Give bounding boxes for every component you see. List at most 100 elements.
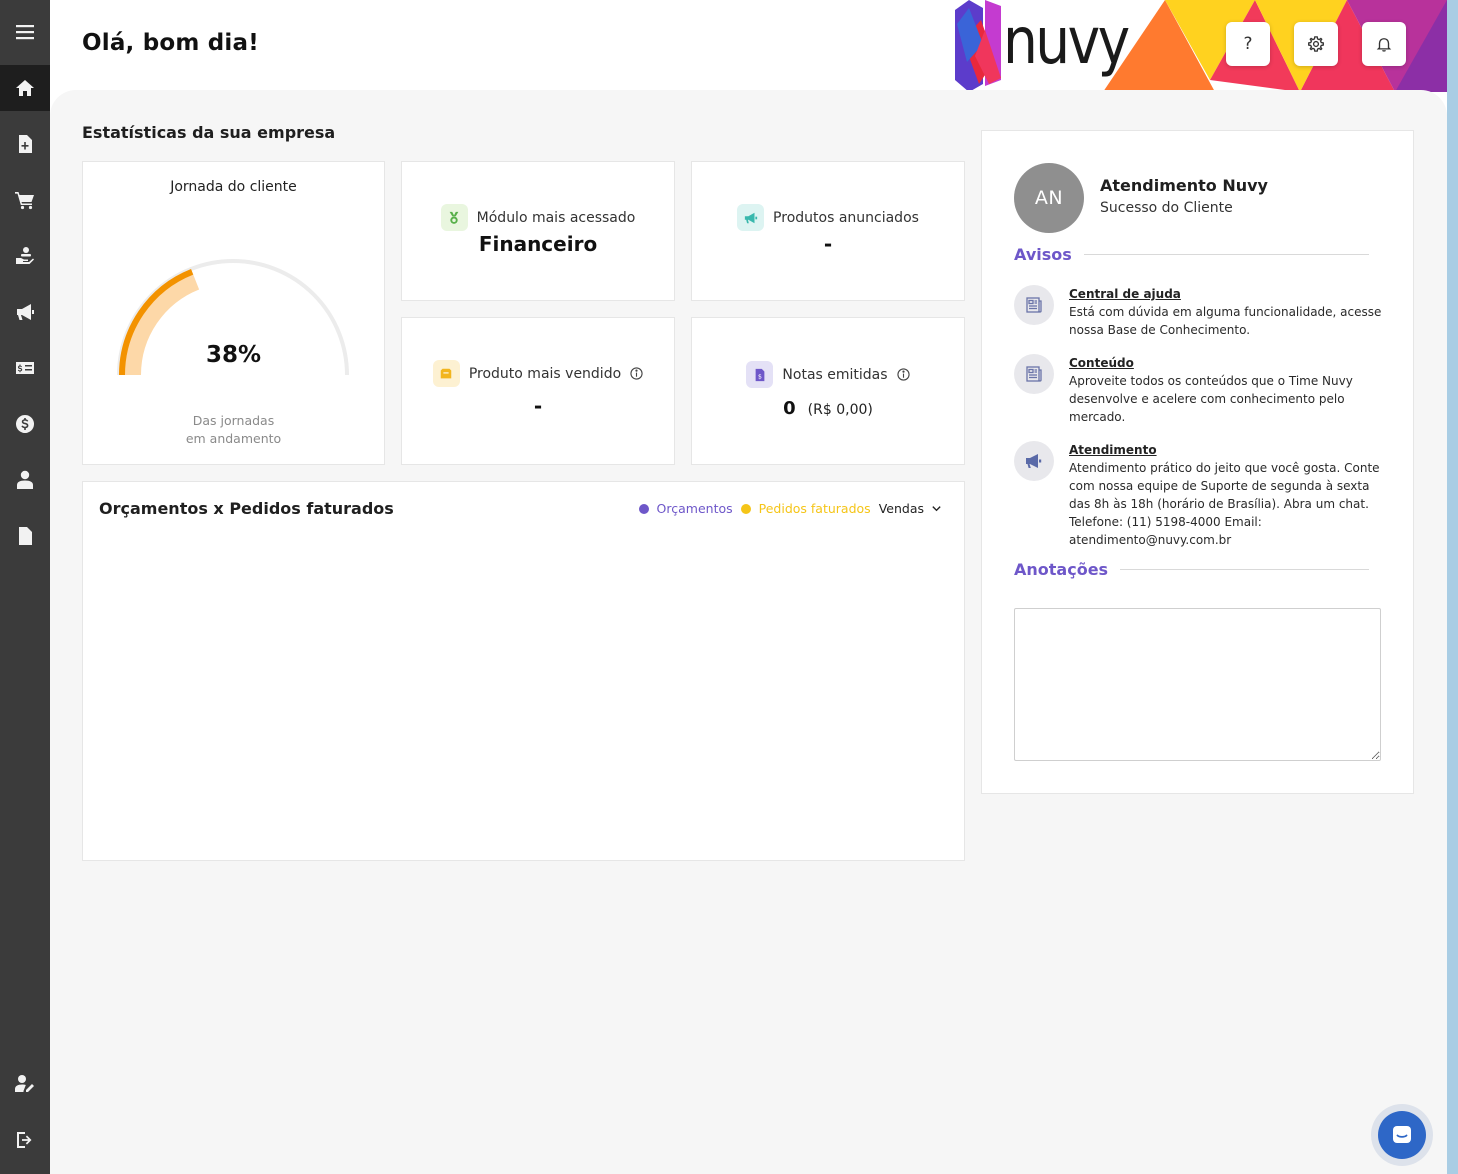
help-button[interactable]: ? xyxy=(1226,22,1270,66)
support-panel: AN Atendimento Nuvy Sucesso do Cliente A… xyxy=(981,130,1414,794)
invoice-icon: $ xyxy=(746,361,774,388)
chevron-down-icon xyxy=(932,506,941,512)
person-icon xyxy=(17,470,33,489)
menu-button[interactable] xyxy=(0,9,50,55)
legend-dot-budgets xyxy=(638,503,649,514)
info-icon[interactable] xyxy=(630,367,643,380)
notes-heading: Anotações xyxy=(1014,560,1369,579)
invoices-count: 0 xyxy=(783,398,796,419)
info-icon[interactable] xyxy=(896,368,910,381)
money-card-icon xyxy=(16,362,34,374)
avatar: AN xyxy=(1014,163,1084,233)
agent-name: Atendimento Nuvy xyxy=(1100,176,1268,195)
best-seller-header: Produto mais vendido xyxy=(402,360,674,387)
notes-title: Anotações xyxy=(1014,560,1109,579)
journey-title: Jornada do cliente xyxy=(170,179,297,195)
notice-text: Está com dúvida em alguma funcionalidade… xyxy=(1069,305,1382,337)
stats-section-title: Estatísticas da sua empresa xyxy=(82,123,336,142)
megaphone-icon xyxy=(737,204,765,231)
sidebar-item-payments[interactable] xyxy=(0,401,50,447)
logout-button[interactable] xyxy=(0,1117,50,1163)
budgets-vs-orders-chart: Orçamentos x Pedidos faturados Orçamento… xyxy=(82,481,965,861)
notice-help-center: Central de ajuda Está com dúvida em algu… xyxy=(1014,285,1383,339)
notice-body: Atendimento Atendimento prático do jeito… xyxy=(1069,441,1383,549)
help-icon: ? xyxy=(1243,34,1253,54)
notice-support: Atendimento Atendimento prático do jeito… xyxy=(1014,441,1383,549)
hand-coins-icon xyxy=(16,247,34,264)
most-accessed-value: Financeiro xyxy=(478,232,598,256)
hamburger-icon xyxy=(16,25,34,40)
sidebar-item-receivables[interactable] xyxy=(0,233,50,279)
most-accessed-label: Módulo mais acessado xyxy=(476,209,636,226)
journey-subtitle-line2: em andamento xyxy=(185,431,282,446)
chart-type-value: Vendas xyxy=(878,501,924,516)
dollar-circle-icon xyxy=(16,415,35,433)
notes-textarea[interactable] xyxy=(1014,608,1381,761)
newspaper-icon xyxy=(1014,285,1054,325)
home-icon xyxy=(16,80,34,96)
journey-subtitle: Das jornadas em andamento xyxy=(83,412,384,448)
app-window: Olá, bom dia! nuvy ? Estatísticas da sua… xyxy=(0,0,1447,1174)
legend-item-invoiced-orders[interactable]: Pedidos faturados xyxy=(740,501,871,516)
notice-text: Aproveite todos os conteúdos que o Time … xyxy=(1069,374,1353,424)
most-accessed-card: Módulo mais acessado Financeiro xyxy=(401,161,675,301)
document-plus-icon xyxy=(19,135,32,153)
greeting-title: Olá, bom dia! xyxy=(82,30,259,56)
best-seller-label: Produto mais vendido xyxy=(468,365,622,382)
advertised-label: Produtos anunciados xyxy=(773,209,919,226)
sidebar-item-marketing[interactable] xyxy=(0,289,50,335)
advertised-header: Produtos anunciados xyxy=(692,204,964,231)
journey-percent: 38% xyxy=(205,342,262,368)
invoices-values: 0 (R$ 0,00) xyxy=(692,398,964,419)
svg-text:$: $ xyxy=(758,373,762,380)
main-content: Estatísticas da sua empresa Jornada do c… xyxy=(50,90,1447,1174)
agent-role: Sucesso do Cliente xyxy=(1100,200,1233,216)
most-accessed-header: Módulo mais acessado xyxy=(402,204,674,231)
box-icon xyxy=(432,360,460,387)
invoices-header: $ Notas emitidas xyxy=(692,361,964,388)
notice-body: Conteúdo Aproveite todos os conteúdos qu… xyxy=(1069,354,1383,426)
chart-legend: Orçamentos Pedidos faturados Vendas xyxy=(638,501,942,516)
legend-label-invoiced-orders: Pedidos faturados xyxy=(758,501,871,516)
invoices-amount: (R$ 0,00) xyxy=(807,402,873,418)
sidebar-item-contacts[interactable] xyxy=(0,457,50,503)
sidebar xyxy=(0,0,50,1174)
cart-icon xyxy=(15,192,34,210)
notice-body: Central de ajuda Está com dúvida em algu… xyxy=(1069,285,1383,339)
megaphone-icon xyxy=(1014,441,1054,481)
notices-heading: Avisos xyxy=(1014,245,1369,264)
best-seller-card: Produto mais vendido - xyxy=(401,317,675,465)
invoices-card: $ Notas emitidas 0 (R$ 0,00) xyxy=(691,317,965,465)
chat-button[interactable] xyxy=(1378,1111,1426,1159)
sidebar-item-home[interactable] xyxy=(0,65,50,111)
sidebar-item-documents[interactable] xyxy=(0,121,50,167)
sidebar-item-finance[interactable] xyxy=(0,345,50,391)
notice-text: Atendimento prático do jeito que você go… xyxy=(1069,461,1380,547)
notice-link-support[interactable]: Atendimento xyxy=(1069,441,1383,459)
journey-subtitle-line1: Das jornadas xyxy=(192,413,275,428)
edit-profile-button[interactable] xyxy=(0,1061,50,1107)
newspaper-icon xyxy=(1014,354,1054,394)
top-header: Olá, bom dia! nuvy ? xyxy=(50,0,1447,92)
chart-type-select[interactable]: Vendas xyxy=(879,501,942,516)
bell-icon xyxy=(1376,38,1392,52)
notice-link-help-center[interactable]: Central de ajuda xyxy=(1069,285,1383,303)
settings-button[interactable] xyxy=(1294,22,1338,66)
file-icon xyxy=(19,527,32,545)
notifications-button[interactable] xyxy=(1362,22,1406,66)
logout-icon xyxy=(17,1132,32,1148)
journey-card: Jornada do cliente 38% Das jornadas em a… xyxy=(82,161,385,465)
notice-content: Conteúdo Aproveite todos os conteúdos qu… xyxy=(1014,354,1383,426)
chat-icon xyxy=(1393,1126,1411,1143)
invoices-label: Notas emitidas xyxy=(782,366,888,383)
sidebar-item-files[interactable] xyxy=(0,513,50,559)
legend-dot-invoiced-orders xyxy=(740,503,751,514)
sidebar-item-cart[interactable] xyxy=(0,177,50,223)
gear-icon xyxy=(1308,36,1324,52)
legend-label-budgets: Orçamentos xyxy=(656,501,733,516)
legend-item-budgets[interactable]: Orçamentos xyxy=(638,501,733,516)
notice-link-content[interactable]: Conteúdo xyxy=(1069,354,1383,372)
divider xyxy=(1083,254,1369,255)
medal-icon xyxy=(440,204,468,231)
megaphone-icon xyxy=(17,304,34,320)
